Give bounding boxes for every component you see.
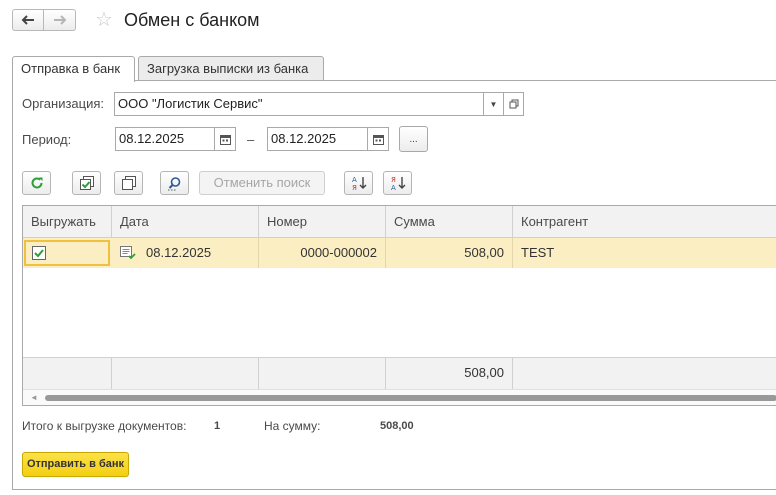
forward-button[interactable] (44, 9, 76, 31)
send-to-bank-button[interactable]: Отправить в банк (22, 452, 129, 477)
tab-panel-bottom-border (12, 489, 776, 490)
checkbox-checked-icon[interactable] (32, 246, 46, 260)
export-cell[interactable] (24, 240, 110, 266)
tab-panel-left-border (12, 80, 13, 490)
footer-cell-number (259, 358, 386, 390)
table-footer: 508,00 (23, 357, 776, 390)
row-counterparty: TEST (521, 245, 555, 260)
footer-cell-export (23, 358, 112, 390)
column-header-counterparty[interactable]: Контрагент (513, 206, 776, 238)
chevron-down-icon: ▼ (489, 99, 498, 109)
horizontal-scrollbar[interactable]: ◄ (23, 389, 776, 405)
uncheck-all-icon (121, 175, 136, 190)
sum-total-value: 508,00 (380, 420, 414, 432)
organization-input[interactable]: ООО "Логистик Сервис" (114, 92, 484, 116)
sum-total-label: На сумму: (264, 419, 321, 433)
column-header-number[interactable]: Номер (259, 206, 386, 238)
date-to-input[interactable]: 08.12.2025 (267, 127, 368, 151)
row-sum: 508,00 (386, 238, 513, 268)
svg-text:Я: Я (352, 184, 357, 191)
scrollbar-thumb[interactable] (45, 395, 776, 401)
refresh-icon (31, 177, 42, 189)
sort-descending-button[interactable]: Я А (383, 171, 412, 195)
calendar-icon (372, 134, 384, 145)
period-select-button[interactable]: ... (399, 126, 428, 152)
column-header-sum[interactable]: Сумма (386, 206, 513, 238)
documents-table: Выгружать Дата Номер Сумма Контрагент 08… (22, 205, 776, 406)
svg-text:А: А (352, 176, 357, 184)
docs-total-label: Итого к выгрузке документов: (22, 419, 187, 433)
search-button[interactable] (160, 171, 189, 195)
select-all-button[interactable] (72, 171, 101, 195)
period-dash: – (247, 132, 255, 147)
column-header-date[interactable]: Дата (112, 206, 259, 238)
footer-sum: 508,00 (386, 358, 513, 390)
tab-send-to-bank[interactable]: Отправка в банк (12, 56, 135, 82)
check-all-icon (79, 175, 94, 190)
table-row[interactable]: 08.12.2025 0000-000002 508,00 TEST (23, 238, 776, 268)
calendar-icon (219, 134, 231, 145)
row-number: 0000-000002 (259, 238, 386, 268)
refresh-button[interactable] (22, 171, 51, 195)
open-window-icon (509, 99, 518, 109)
page-title: Обмен с банком (124, 10, 260, 30)
svg-text:А: А (391, 184, 396, 191)
sort-descending-icon: Я А (391, 176, 405, 191)
tab-load-statement[interactable]: Загрузка выписки из банка (138, 56, 324, 81)
arrow-left-icon (21, 15, 34, 25)
period-label: Период: (22, 132, 72, 147)
arrow-right-icon (53, 15, 66, 25)
favorite-star-icon[interactable]: ☆ (95, 9, 113, 31)
organization-dropdown-button[interactable]: ▼ (483, 92, 504, 116)
date-cell: 08.12.2025 (112, 238, 259, 268)
svg-text:Я: Я (391, 176, 396, 184)
date-from-input[interactable]: 08.12.2025 (115, 127, 215, 151)
organization-open-button[interactable] (503, 92, 524, 116)
docs-total-value: 1 (214, 420, 221, 432)
date-to-calendar-button[interactable] (367, 127, 389, 151)
date-from-calendar-button[interactable] (214, 127, 236, 151)
search-icon (168, 176, 181, 190)
cancel-search-button[interactable]: Отменить поиск (199, 171, 325, 195)
table-header: Выгружать Дата Номер Сумма Контрагент (23, 206, 776, 238)
footer-cell-date (112, 358, 259, 390)
sort-ascending-icon: А Я (352, 176, 366, 191)
row-date: 08.12.2025 (146, 245, 212, 260)
scroll-left-icon[interactable]: ◄ (30, 393, 38, 402)
organization-label: Организация: (22, 96, 105, 111)
back-button[interactable] (12, 9, 44, 31)
column-header-export[interactable]: Выгружать (23, 206, 112, 238)
document-posted-icon (120, 246, 136, 260)
deselect-all-button[interactable] (114, 171, 143, 195)
sort-ascending-button[interactable]: А Я (344, 171, 373, 195)
